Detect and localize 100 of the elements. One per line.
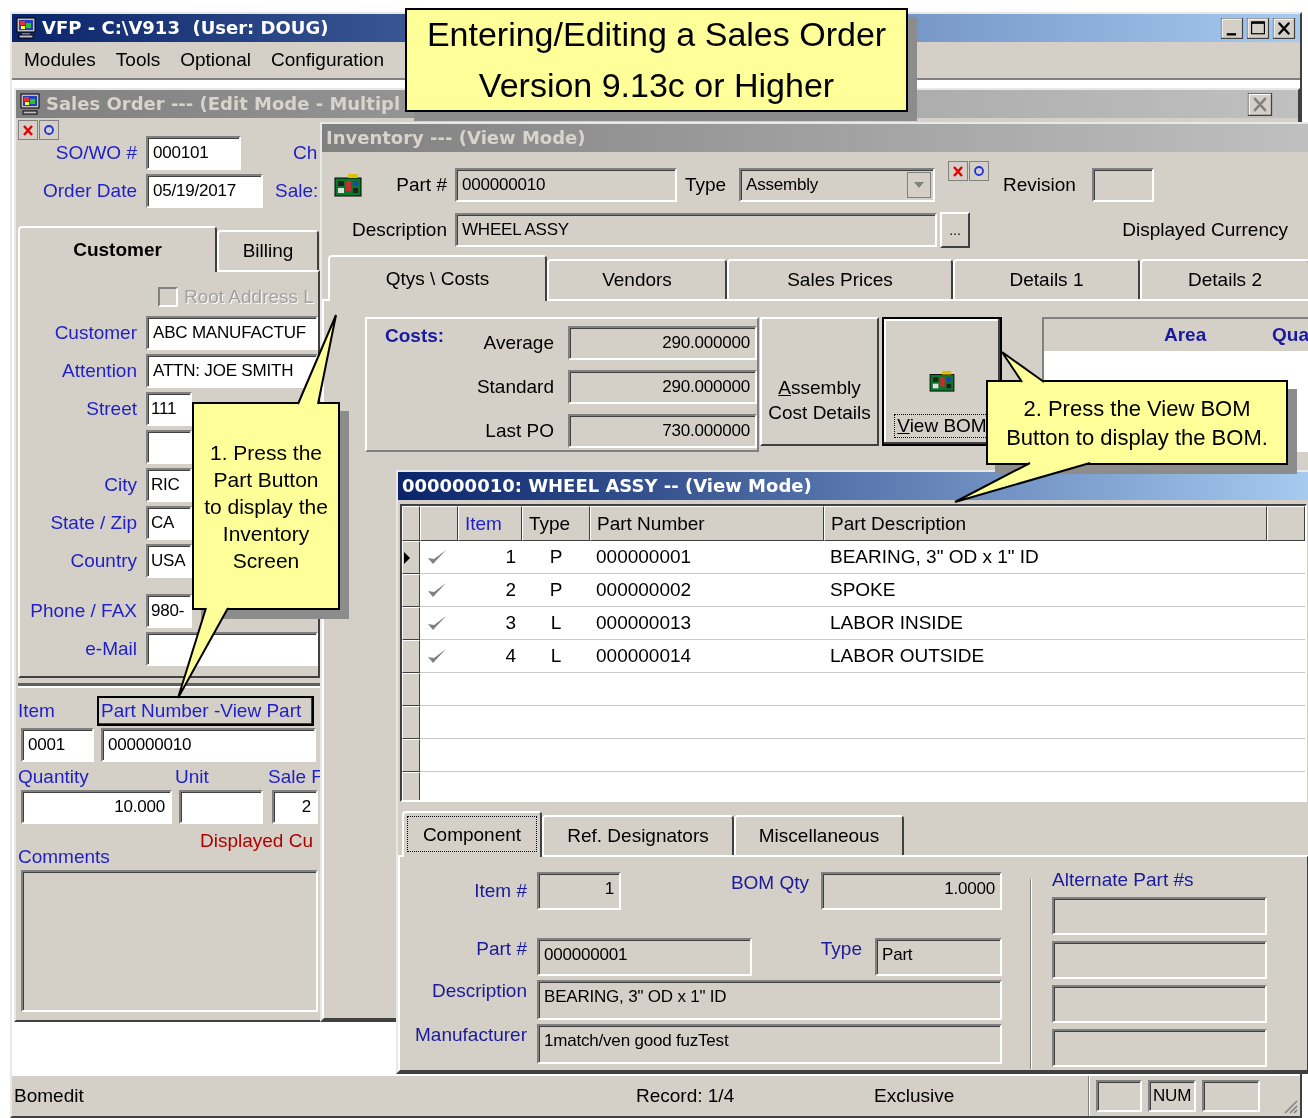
alternate-part-field[interactable] (1052, 985, 1267, 1023)
table-cell: 2 (458, 574, 522, 607)
close-button[interactable] (1246, 92, 1274, 116)
table-cell: L (522, 607, 590, 640)
type-dropdown[interactable]: Assembly (739, 168, 935, 202)
field-label: Order Date (42, 180, 137, 202)
text-field[interactable]: 111 (146, 392, 192, 426)
tab[interactable]: Vendors (547, 259, 727, 299)
field-label: Phone / FAX (29, 600, 137, 622)
circuit-board-icon (929, 370, 955, 392)
text-field[interactable]: ABC MANUFACTUF (146, 316, 318, 350)
field-label: Description (350, 219, 447, 241)
text-field[interactable] (1092, 168, 1154, 202)
field-label: Alternate Part #s (1052, 869, 1195, 891)
text-field[interactable]: 000101 (146, 136, 241, 170)
callout-text: 2. Press the View BOM Button to display the BOM. (1005, 394, 1269, 452)
text-field[interactable] (179, 790, 263, 824)
text-field[interactable]: 10.000 (21, 790, 172, 824)
table-cell: 000000014 (590, 640, 824, 673)
text-field[interactable]: USA (146, 544, 192, 578)
table-cell: 000000013 (590, 607, 824, 640)
text-field[interactable]: 1match/ven good fuzTest (537, 1024, 1002, 1064)
text-field[interactable]: 000000010 (101, 728, 316, 762)
lookup-button[interactable]: ... (940, 212, 970, 248)
status-text: Bomedit (13, 1085, 85, 1107)
view-bom-button[interactable]: View BOM (882, 317, 1002, 446)
minimize-button[interactable] (1220, 17, 1244, 39)
text-field[interactable]: 000000010 (455, 168, 677, 202)
field-label: Standard (475, 376, 555, 398)
text-field[interactable]: BEARING, 3" OD x 1" ID (537, 980, 1002, 1020)
keyboard-indicator: NUM (1148, 1080, 1197, 1112)
column-header[interactable]: Type (522, 506, 590, 541)
table-cell: LABOR OUTSIDE (824, 640, 1267, 673)
table-cell: 1 (458, 541, 522, 574)
maximize-button[interactable] (1246, 17, 1270, 39)
text-field[interactable]: 2 (272, 790, 318, 824)
menu-item[interactable]: Configuration (260, 49, 394, 71)
tab[interactable]: Customer (18, 226, 217, 272)
text-field[interactable]: 290.000000 (568, 326, 757, 360)
text-field[interactable] (146, 430, 192, 464)
field-label: Average (482, 332, 555, 354)
field-label: Type (819, 938, 862, 960)
tab[interactable]: Qtys \ Costs (328, 255, 547, 301)
text-field[interactable]: 290.000000 (568, 370, 757, 404)
field-label: Attention (61, 360, 137, 382)
text-field[interactable]: 000000001 (537, 938, 752, 976)
text-field[interactable]: 1.0000 (821, 872, 1002, 910)
x-icon[interactable] (18, 120, 38, 140)
text-field[interactable]: RIC (146, 468, 192, 502)
menu-item[interactable]: Optional (170, 49, 261, 71)
column-header[interactable]: Item (458, 506, 522, 541)
window-title: VFP - C:\V913 (User: DOUG) (42, 16, 329, 40)
column-header[interactable]: Part Number (590, 506, 824, 541)
field-label: Ch (293, 142, 318, 164)
field-label: Revision (1003, 174, 1077, 196)
alternate-part-field[interactable] (1052, 897, 1267, 935)
comments-box[interactable] (21, 870, 318, 1012)
tab[interactable]: Miscellaneous (734, 815, 904, 855)
computer-icon (16, 17, 36, 39)
field-label: SO/WO # (54, 142, 137, 164)
text-field[interactable]: 0001 (21, 728, 94, 762)
field-label: Description (430, 980, 527, 1002)
field-label: Comments (18, 846, 111, 868)
menu-item[interactable]: Tools (105, 49, 171, 71)
alternate-part-field[interactable] (1052, 1029, 1267, 1067)
text-field[interactable]: CA (146, 506, 192, 540)
alternate-part-field[interactable] (1052, 941, 1267, 979)
record-count: Record: 1/4 (636, 1085, 736, 1107)
table-cell: 000000002 (590, 574, 824, 607)
callout-text: 1. Press the Part Button to display the Inventory Screen (203, 439, 329, 574)
close-button[interactable] (1272, 17, 1296, 39)
table-cell: SPOKE (824, 574, 1267, 607)
field-label: Item (18, 700, 56, 722)
text-field[interactable]: 980- (146, 594, 192, 628)
text-field[interactable]: 1 (537, 872, 621, 910)
status-panel (1096, 1080, 1142, 1112)
text-field[interactable]: 05/19/2017 (146, 174, 263, 208)
text-field[interactable]: WHEEL ASSY (455, 213, 937, 247)
tab[interactable]: Details 2 (1140, 259, 1308, 299)
text-field[interactable]: ATTN: JOE SMITH (146, 354, 318, 388)
tab[interactable]: Component (402, 811, 542, 857)
window-title: 000000010: WHEEL ASSY -- (View Mode) (402, 474, 812, 498)
part-number-button[interactable]: Part Number -View Part (97, 696, 314, 726)
text-field[interactable]: 730.000000 (568, 414, 757, 448)
column-header[interactable]: Part Description (824, 506, 1267, 541)
menu-item[interactable]: Modules (14, 49, 106, 71)
field-label: Displayed Cu (200, 830, 313, 852)
field-label: BOM Qty (729, 872, 809, 894)
text-field[interactable]: Part (875, 938, 1002, 976)
field-label: Displayed Currency (1122, 219, 1288, 241)
section-label: Costs: (385, 325, 446, 347)
assembly-cost-details-button[interactable]: Assembly Cost Details (760, 317, 879, 446)
text-field[interactable] (146, 632, 318, 666)
tab[interactable]: Ref. Designators (542, 815, 734, 855)
caret-icon[interactable] (907, 172, 931, 198)
field-label: Street (85, 398, 137, 420)
x-icon[interactable] (948, 161, 968, 181)
tab[interactable]: Sales Prices (727, 259, 953, 299)
tab[interactable]: Billing (217, 230, 319, 270)
tab[interactable]: Details 1 (953, 259, 1140, 299)
